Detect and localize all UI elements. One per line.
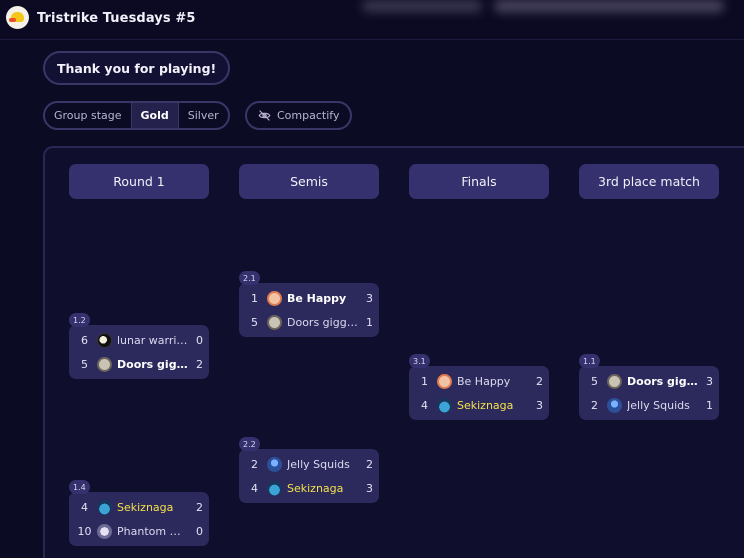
eye-off-icon (258, 110, 271, 121)
team-name: Sekiznaga (117, 500, 174, 514)
team-score: 1 (366, 315, 373, 329)
team-name: Doors giggles (287, 315, 359, 329)
doors-avatar-icon (97, 356, 112, 372)
team-seed: 5 (251, 315, 258, 329)
team-seed: 4 (81, 500, 88, 514)
thank-you-message: Thank you for playing! (43, 51, 231, 85)
tab-silver[interactable]: Silver (179, 103, 228, 128)
team-seed: 4 (421, 398, 428, 412)
round-header-semis: Semis (239, 164, 379, 199)
team-score: 0 (196, 524, 203, 538)
team-row[interactable]: 5 Doors giggles 3 (585, 370, 713, 392)
team-row[interactable]: 4 Sekiznaga 3 (415, 394, 543, 416)
tab-gold[interactable]: Gold (131, 103, 179, 128)
team-row[interactable]: 5 Doors giggles 2 (75, 353, 203, 375)
match-card[interactable]: 1.2 6 lunar warrio... 0 5 Doors giggles … (69, 313, 209, 379)
team-seed: 1 (421, 374, 428, 388)
match-id-badge: 1.4 (69, 480, 90, 494)
team-row[interactable]: 4 Sekiznaga 2 (75, 496, 203, 518)
team-score: 3 (366, 481, 373, 495)
team-seed: 1 (251, 291, 258, 305)
team-seed: 10 (77, 524, 92, 538)
behappy-avatar-icon (437, 373, 452, 389)
sekiznaga-avatar-icon (437, 397, 452, 413)
team-score: 2 (196, 357, 203, 371)
team-score: 3 (536, 398, 543, 412)
team-score: 2 (196, 500, 203, 514)
team-row[interactable]: 6 lunar warrio... 0 (75, 329, 203, 351)
team-name: Jelly Squids (287, 457, 350, 471)
match-card[interactable]: 3.1 1 Be Happy 2 4 Sekiznaga 3 (409, 354, 549, 420)
doors-avatar-icon (607, 373, 622, 389)
moon-avatar-icon (97, 332, 112, 348)
team-name: Be Happy (457, 374, 511, 388)
round-header-3rd-place: 3rd place match (579, 164, 719, 199)
match-id-badge: 1.2 (69, 313, 90, 327)
team-seed: 6 (81, 333, 88, 347)
team-row[interactable]: 10 Phantom Gli... 0 (75, 520, 203, 542)
team-name: Doors giggles (627, 374, 699, 388)
team-seed: 2 (251, 457, 258, 471)
compactify-button[interactable]: Compactify (245, 101, 353, 130)
team-score: 1 (706, 398, 713, 412)
team-score: 3 (706, 374, 713, 388)
team-seed: 4 (251, 481, 258, 495)
blurred-nav-item (362, 0, 482, 12)
team-row[interactable]: 4 Sekiznaga 3 (245, 477, 373, 499)
sekiznaga-avatar-icon (267, 480, 282, 496)
page-title: Tristrike Tuesdays #5 (37, 11, 196, 26)
team-name: Be Happy (287, 291, 347, 305)
team-name: Phantom Gli... (117, 524, 189, 538)
team-name: Sekiznaga (287, 481, 344, 495)
team-row[interactable]: 5 Doors giggles 1 (245, 311, 373, 333)
phantom-avatar-icon (97, 523, 112, 539)
team-score: 2 (366, 457, 373, 471)
bracket-panel: Round 1 Semis Finals 3rd place match 1.2… (43, 146, 744, 558)
team-score: 2 (536, 374, 543, 388)
team-name: Sekiznaga (457, 398, 514, 412)
match-card[interactable]: 2.1 1 Be Happy 3 5 Doors giggles 1 (239, 271, 379, 337)
doors-avatar-icon (267, 314, 282, 330)
app-logo-icon[interactable] (6, 6, 29, 29)
round-header-round-1: Round 1 (69, 164, 209, 199)
team-seed: 5 (591, 374, 598, 388)
tab-group-stage[interactable]: Group stage (45, 103, 132, 128)
team-name: Jelly Squids (627, 398, 690, 412)
match-id-badge: 3.1 (409, 354, 430, 368)
stage-tabs: Group stage Gold Silver (43, 101, 230, 130)
team-row[interactable]: 2 Jelly Squids 2 (245, 453, 373, 475)
team-score: 0 (196, 333, 203, 347)
round-header-finals: Finals (409, 164, 549, 199)
team-name: lunar warrio... (117, 333, 189, 347)
match-card[interactable]: 1.1 5 Doors giggles 3 2 Jelly Squids 1 (579, 354, 719, 420)
team-row[interactable]: 1 Be Happy 3 (245, 287, 373, 309)
blurred-nav-item (494, 0, 724, 12)
behappy-avatar-icon (267, 290, 282, 306)
sekiznaga-avatar-icon (97, 499, 112, 515)
jelly-avatar-icon (267, 456, 282, 472)
match-id-badge: 2.1 (239, 271, 260, 285)
team-row[interactable]: 2 Jelly Squids 1 (585, 394, 713, 416)
team-seed: 5 (81, 357, 88, 371)
match-id-badge: 1.1 (579, 354, 600, 368)
team-seed: 2 (591, 398, 598, 412)
match-id-badge: 2.2 (239, 437, 260, 451)
jelly-avatar-icon (607, 397, 622, 413)
top-bar: Tristrike Tuesdays #5 (0, 0, 744, 40)
match-card[interactable]: 1.4 4 Sekiznaga 2 10 Phantom Gli... 0 (69, 480, 209, 546)
team-score: 3 (366, 291, 373, 305)
compactify-label: Compactify (277, 109, 340, 122)
team-name: Doors giggles (117, 357, 189, 371)
match-card[interactable]: 2.2 2 Jelly Squids 2 4 Sekiznaga 3 (239, 437, 379, 503)
team-row[interactable]: 1 Be Happy 2 (415, 370, 543, 392)
